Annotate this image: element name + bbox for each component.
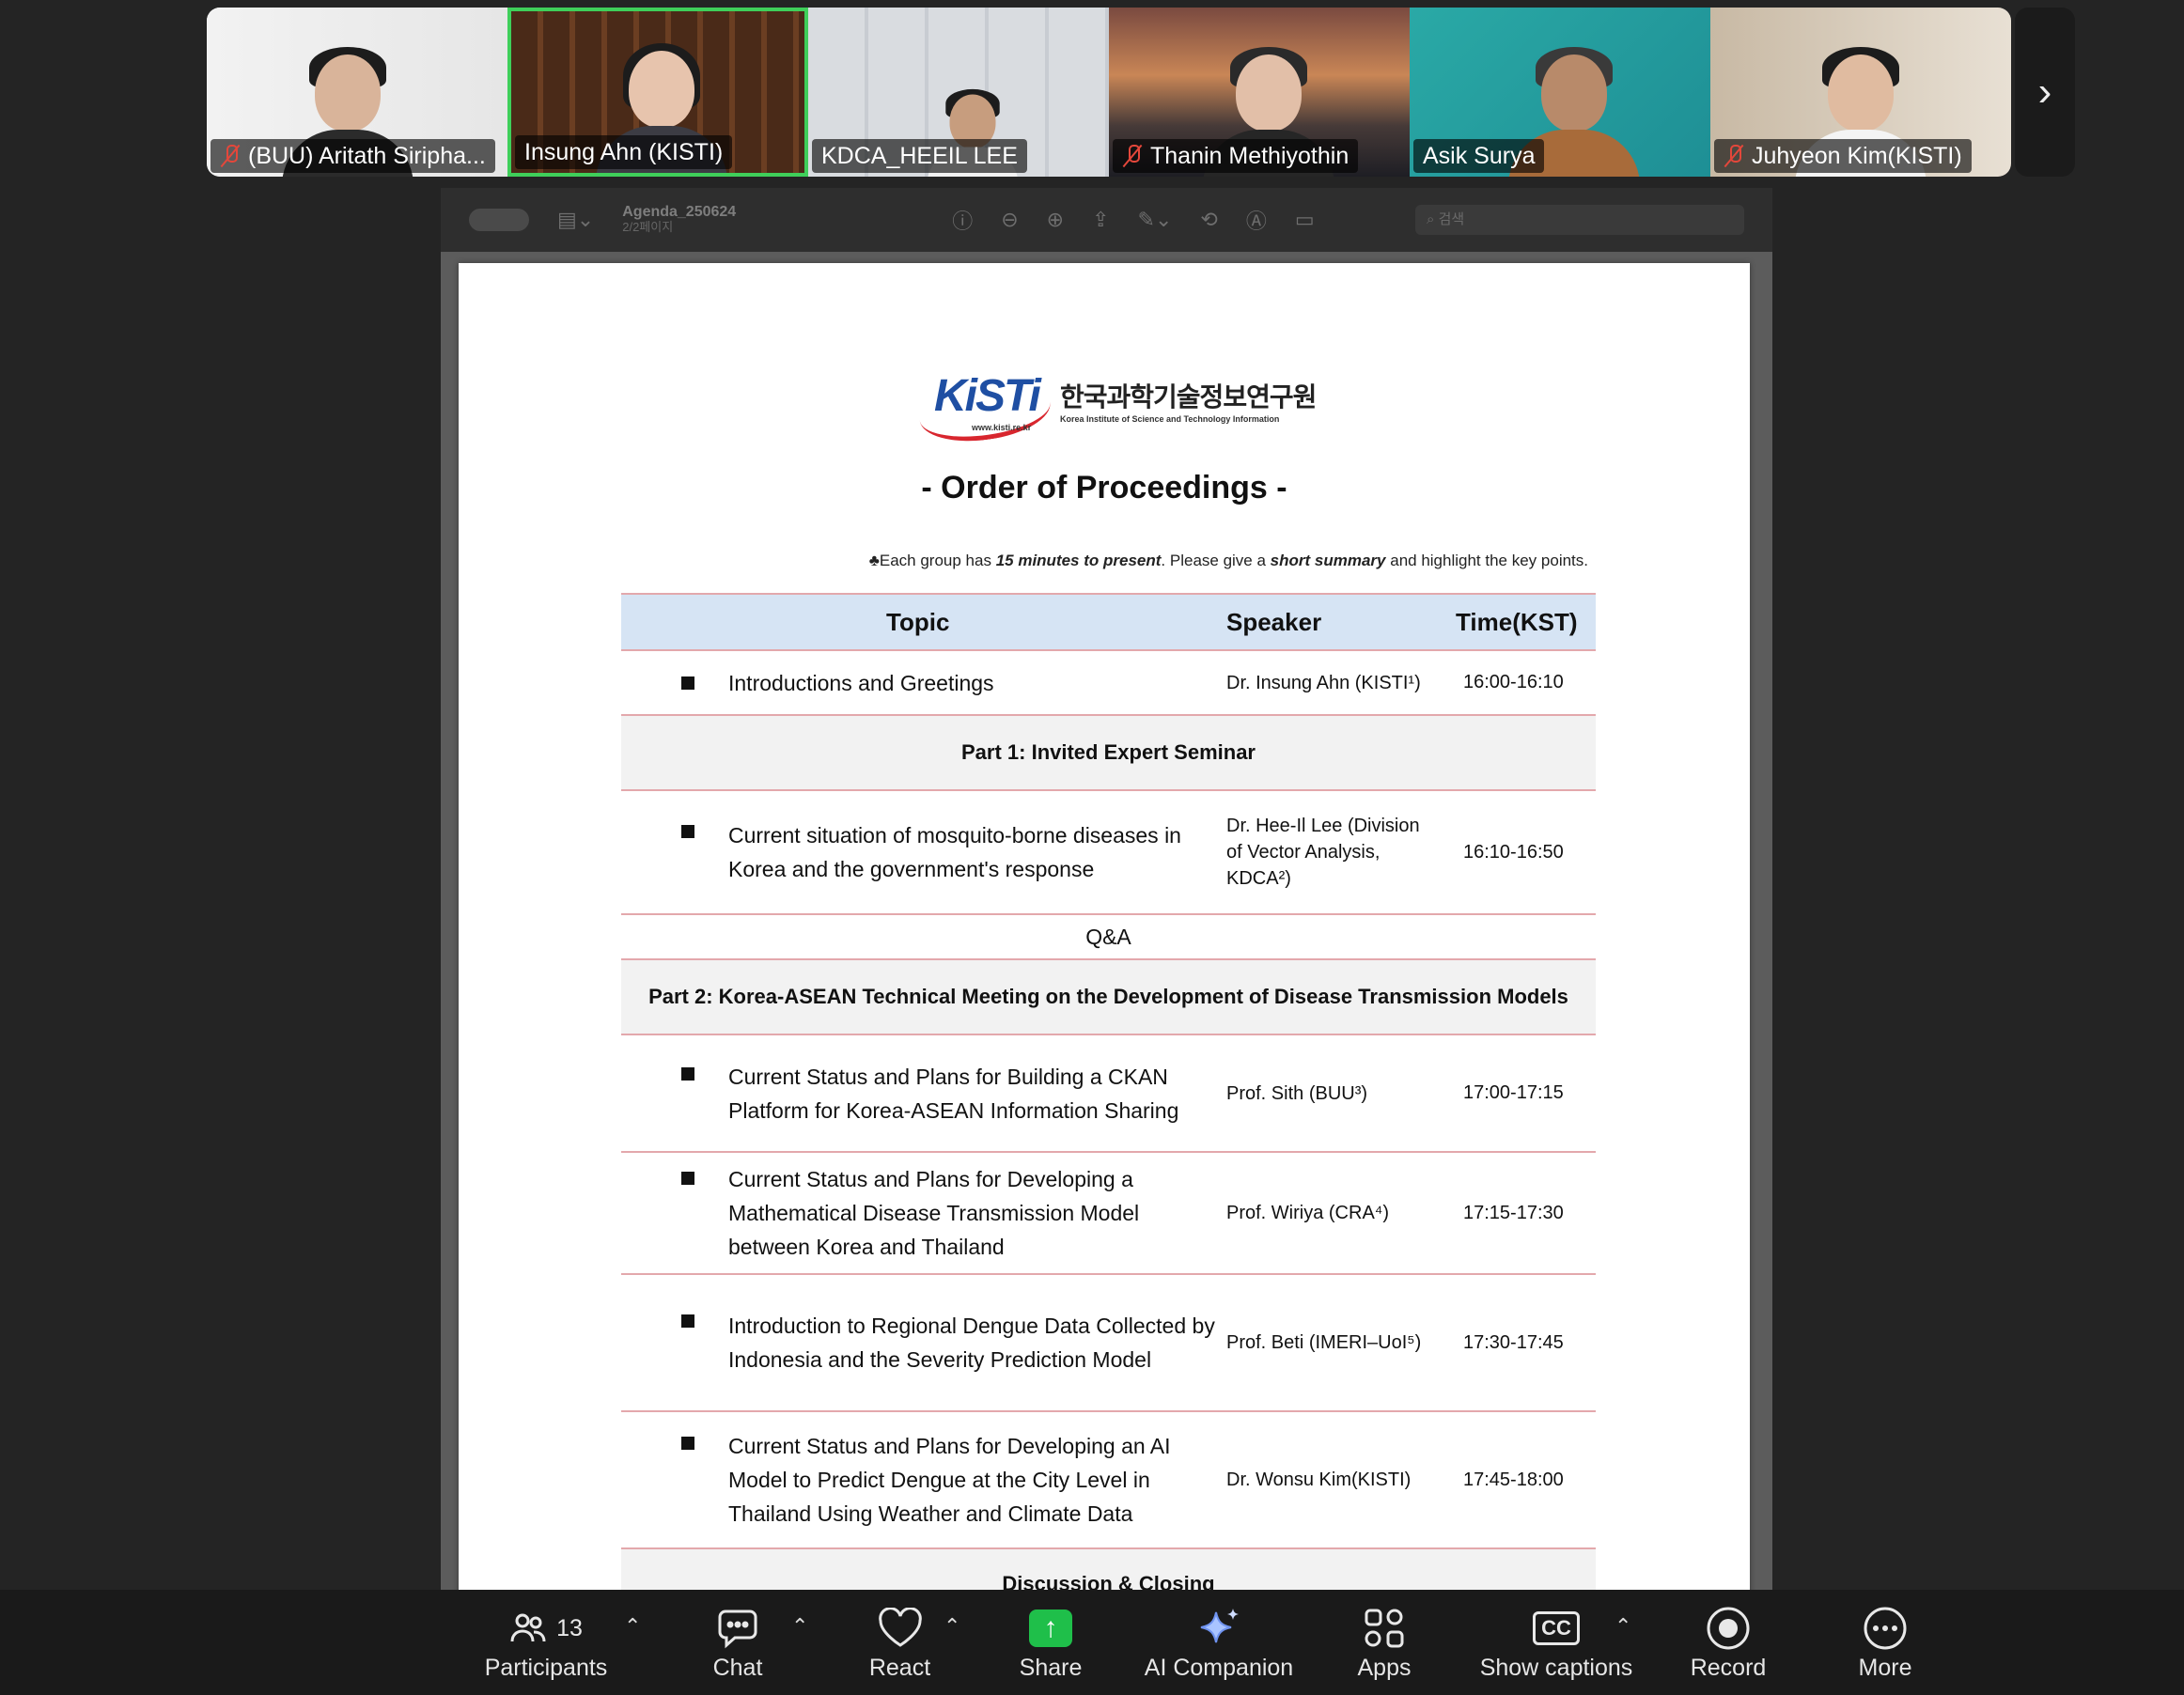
ai-sparkle-icon [1200,1609,1239,1643]
annotate-icon: Ⓐ [1245,210,1267,233]
search-field: ⌕ 검색 [1415,205,1744,235]
file-name: Agenda_250624 [622,204,737,220]
page-info: 2/2페이지 [622,220,674,234]
participant-nameplate: Asik Surya [1413,139,1545,173]
participant-nameplate: KDCA_HEEIL LEE [812,139,1027,173]
agenda-table: Topic Speaker Time(KST) Introductions an… [621,593,1596,1590]
window-controls [469,209,529,231]
participant-name: KDCA_HEEIL LEE [821,143,1018,169]
document-heading: - Order of Proceedings - [921,470,1287,505]
closed-captions-icon: CC [1533,1611,1580,1645]
participant-tile[interactable]: Asik Surya [1410,8,1710,177]
section-row-part2: Part 2: Korea-ASEAN Technical Meeting on… [621,960,1596,1035]
mic-muted-icon [1724,144,1744,168]
mic-muted-icon [1122,144,1143,168]
share-icon: ⇪ [1092,208,1110,231]
pdf-page: KiSTi www.kisti.re.kr 한국과학기술정보연구원 Korea … [459,263,1750,1590]
kisti-logo-text: 한국과학기술정보연구원 Korea Institute of Science a… [1060,382,1317,424]
react-button[interactable]: React [860,1590,940,1695]
more-button[interactable]: More [1851,1590,1919,1695]
participant-nameplate: Juhyeon Kim(KISTI) [1714,139,1972,173]
table-header-row: Topic Speaker Time(KST) [621,593,1596,651]
participants-icon [510,1613,546,1642]
participant-gallery: (BUU) Aritath Siripha... Insung Ahn (KIS… [207,8,2011,177]
document-title-block: Agenda_250624 2/2페이지 [622,205,736,235]
markup-pen-icon: ✎⌄ [1137,208,1173,231]
table-row: Introduction to Regional Dengue Data Col… [621,1275,1596,1412]
captions-options-chevron-up-icon[interactable]: ⌃ [1615,1614,1631,1639]
section-row-closing: Discussion & Closing [621,1549,1596,1590]
share-arrow-icon: ↑ [1029,1609,1072,1647]
form-icon: ▭ [1294,208,1315,231]
zoom-out-icon: ⊖ [1001,208,1019,231]
kisti-logo: KiSTi www.kisti.re.kr 한국과학기술정보연구원 Korea … [915,365,1317,449]
kisti-logo-mark: KiSTi www.kisti.re.kr [915,365,1054,449]
mic-muted-icon [220,144,241,168]
zoom-in-icon: ⊕ [1046,208,1065,231]
participants-count: 13 [556,1614,583,1641]
heart-icon [878,1608,922,1647]
participant-name: Insung Ahn (KISTI) [524,139,724,165]
participant-name: Asik Surya [1423,143,1536,169]
table-row: Current situation of mosquito-borne dise… [621,791,1596,915]
section-row-part1: Part 1: Invited Expert Seminar [621,716,1596,791]
column-header-speaker: Speaker [1226,607,1322,636]
participant-tile[interactable]: KDCA_HEEIL LEE [808,8,1109,177]
participant-tile-active-speaker[interactable]: Insung Ahn (KISTI) [507,8,808,177]
table-row: Introductions and Greetings Dr. Insung A… [621,651,1596,716]
bullet-icon [681,1437,694,1450]
table-row: Current Status and Plans for Developing … [621,1153,1596,1275]
chat-button[interactable]: Chat [700,1590,775,1695]
participant-name: Juhyeon Kim(KISTI) [1752,143,1962,169]
show-captions-button[interactable]: CC Show captions [1474,1590,1639,1695]
next-page-chevron-icon[interactable]: › [2015,8,2075,177]
participant-nameplate: (BUU) Aritath Siripha... [211,139,495,173]
table-row: Current Status and Plans for Developing … [621,1412,1596,1549]
ai-companion-button[interactable]: AI Companion [1139,1590,1299,1695]
participant-tile[interactable]: Thanin Methiyothin [1109,8,1410,177]
more-icon [1864,1607,1907,1650]
participant-name: (BUU) Aritath Siripha... [248,143,486,169]
table-row: Current Status and Plans for Building a … [621,1035,1596,1153]
share-button[interactable]: ↑ Share [1013,1590,1088,1695]
pdf-viewer-toolbar: ▤⌄ Agenda_250624 2/2페이지 ⓘ ⊖ ⊕ ⇪ ✎⌄ ⟲ Ⓐ ▭… [441,188,1772,252]
sidebar-toggle-icon: ▤⌄ [557,208,595,231]
chat-icon [718,1609,757,1649]
react-options-chevron-up-icon[interactable]: ⌃ [944,1614,960,1639]
apps-button[interactable]: Apps [1353,1590,1415,1695]
rotate-icon: ⟲ [1200,208,1218,231]
bullet-icon [681,1067,694,1081]
participant-name: Thanin Methiyothin [1150,143,1349,169]
chat-options-chevron-up-icon[interactable]: ⌃ [791,1614,808,1639]
participant-tile[interactable]: (BUU) Aritath Siripha... [207,8,507,177]
apps-icon [1365,1609,1404,1648]
column-header-topic: Topic [886,607,950,636]
participants-options-chevron-up-icon[interactable]: ⌃ [624,1614,641,1639]
bullet-icon [681,1172,694,1185]
bullet-icon [681,825,694,838]
column-header-time: Time(KST) [1456,607,1578,636]
bullet-icon [681,676,694,690]
participant-nameplate: Thanin Methiyothin [1113,139,1359,173]
participants-button[interactable]: 13 Participants [476,1590,616,1695]
section-row-qa: Q&A [621,915,1596,960]
record-icon [1707,1607,1750,1650]
participant-nameplate: Insung Ahn (KISTI) [515,135,733,169]
participant-tile[interactable]: Juhyeon Kim(KISTI) [1710,8,2011,177]
presentation-note: ♣Each group has 15 minutes to present. P… [868,552,1588,569]
record-button[interactable]: Record [1686,1590,1771,1695]
info-icon: ⓘ [952,210,974,233]
meeting-control-bar: 13 Participants ⌃ Chat ⌃ React ⌃ ↑ Share [0,1590,2184,1695]
shared-screen: ▤⌄ Agenda_250624 2/2페이지 ⓘ ⊖ ⊕ ⇪ ✎⌄ ⟲ Ⓐ ▭… [441,188,1772,1590]
bullet-icon [681,1314,694,1328]
